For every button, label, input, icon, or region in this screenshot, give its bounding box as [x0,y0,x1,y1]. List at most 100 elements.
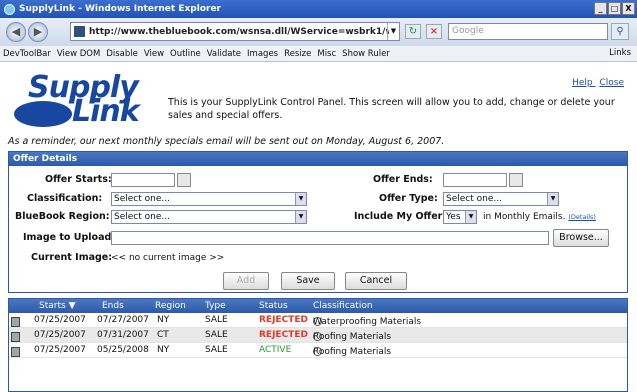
address-toolbar: ◀ ▶ http://www.thebluebook.com/wsnsa.dll… [0,18,637,46]
row-starts: 07/25/2007 [34,315,86,325]
offer-starts-calendar-icon[interactable] [177,173,191,187]
offer-details-header: Offer Details [9,152,627,166]
address-input[interactable]: http://www.thebluebook.com/wsnsa.dll/WSe… [70,22,400,41]
table-row[interactable]: 07/25/2007 07/31/2007 CT SALE REJECTED R… [9,328,627,343]
col-classification[interactable]: Classification [313,301,373,311]
current-image-label: Current Image: [31,252,113,263]
table-row[interactable]: 07/25/2007 07/27/2007 NY SALE REJECTED W… [9,313,627,328]
row-region: NY [157,315,170,325]
row-ends: 07/31/2007 [97,330,149,340]
offer-starts-input[interactable] [111,173,175,187]
row-status: REJECTED [259,330,308,340]
chevron-down-icon: ▼ [547,193,558,205]
row-classification: Roofing Materials [313,347,392,357]
include-offer-label: Include My Offer: [354,211,447,222]
row-type: SALE [205,330,228,340]
include-offer-select[interactable]: Yes ▼ [443,210,477,224]
search-icon[interactable]: ⚲ [611,23,629,40]
details-link[interactable]: (Details) [568,213,596,221]
row-type: SALE [205,315,228,325]
row-starts: 07/25/2007 [34,345,86,355]
row-ends: 07/27/2007 [97,315,149,325]
offer-starts-label: Offer Starts: [45,174,112,185]
minimize-button[interactable]: _ [594,2,607,15]
maximize-button[interactable]: □ [608,2,621,15]
sort-icon: ▼ [68,301,76,311]
monthly-emails-text: in Monthly Emails. (Details) [483,212,596,222]
offers-table: Starts ▼ Ends Region Type Status Classif… [8,298,628,392]
row-status: REJECTED [259,315,308,325]
col-region[interactable]: Region [155,301,186,311]
region-label: BlueBook Region: [15,211,110,222]
trash-icon[interactable] [11,332,20,342]
misc-menu[interactable]: Misc [317,49,336,59]
trash-icon[interactable] [11,347,20,357]
table-row[interactable]: 07/25/2007 05/25/2008 NY SALE ACTIVE Roo… [9,343,627,358]
disable-menu[interactable]: Disable [106,49,138,59]
dev-toolbar: DevToolBar View DOM Disable View Outline… [0,46,637,62]
image-upload-input[interactable] [111,231,549,245]
region-value: Select one... [114,212,170,222]
include-offer-value: Yes [446,212,461,222]
logo-link-text: Link [72,94,140,129]
validate-menu[interactable]: Validate [207,49,241,59]
offer-details-panel: Offer Details Offer Starts: Offer Ends: … [8,151,628,293]
trash-icon[interactable] [11,317,20,327]
close-window-button[interactable]: X [622,2,635,15]
ie-icon [4,3,15,15]
region-select[interactable]: Select one... ▼ [111,210,307,224]
close-link[interactable]: Close [599,78,624,88]
offer-ends-calendar-icon[interactable] [509,173,523,187]
view-dom-menu[interactable]: View DOM [57,49,100,59]
bluebook-badge-icon [14,101,72,127]
row-region: NY [157,345,170,355]
window-title: SupplyLink - Windows Internet Explorer [19,4,221,14]
offer-type-value: Select one... [446,194,502,204]
table-header: Starts ▼ Ends Region Type Status Classif… [9,299,627,313]
view-menu[interactable]: View [144,49,164,59]
browse-button[interactable]: Browse... [553,229,609,247]
resize-menu[interactable]: Resize [284,49,311,59]
classification-value: Select one... [114,194,170,204]
col-starts[interactable]: Starts ▼ [39,301,75,311]
show-ruler-menu[interactable]: Show Ruler [342,49,390,59]
monthly-emails-label: in Monthly Emails. [483,212,566,222]
row-ends: 05/25/2008 [97,345,149,355]
refresh-button[interactable]: ↻ [405,24,421,39]
chevron-down-icon: ▼ [295,193,306,205]
offer-ends-label: Offer Ends: [373,174,433,185]
help-links: Help Close [568,78,624,88]
row-starts: 07/25/2007 [34,330,86,340]
cancel-button[interactable]: Cancel [345,272,407,290]
save-button[interactable]: Save [281,272,335,290]
address-dropdown-icon[interactable]: ▼ [387,23,399,40]
devtoolbar-menu[interactable]: DevToolBar [3,49,51,59]
supplylink-logo: Supply Link [14,73,154,130]
help-link[interactable]: Help [572,78,593,88]
forward-button[interactable]: ▶ [28,22,48,42]
col-type[interactable]: Type [205,301,226,311]
row-classification: Roofing Materials [313,332,392,342]
outline-menu[interactable]: Outline [170,49,201,59]
images-menu[interactable]: Images [247,49,278,59]
back-button[interactable]: ◀ [6,22,26,42]
search-input[interactable]: Google [448,23,608,40]
page-icon [74,26,85,37]
row-region: CT [157,330,169,340]
col-status[interactable]: Status [259,301,288,311]
window-title-bar: SupplyLink - Windows Internet Explorer _… [0,0,637,18]
chevron-down-icon: ▼ [465,211,476,223]
row-type: SALE [205,345,228,355]
offer-type-select[interactable]: Select one... ▼ [443,192,559,206]
intro-text: This is your SupplyLink Control Panel. T… [168,97,615,121]
add-button[interactable]: Add [223,272,269,290]
reminder-text: As a reminder, our next monthly specials… [8,136,445,147]
col-ends[interactable]: Ends [102,301,124,311]
current-image-value: << no current image >> [111,253,225,263]
url-text: http://www.thebluebook.com/wsnsa.dll/WSe… [89,26,389,37]
links-menu[interactable]: Links [609,48,631,58]
stop-button[interactable]: × [426,24,442,39]
chevron-down-icon: ▼ [295,211,306,223]
classification-select[interactable]: Select one... ▼ [111,192,307,206]
offer-ends-input[interactable] [443,173,507,187]
